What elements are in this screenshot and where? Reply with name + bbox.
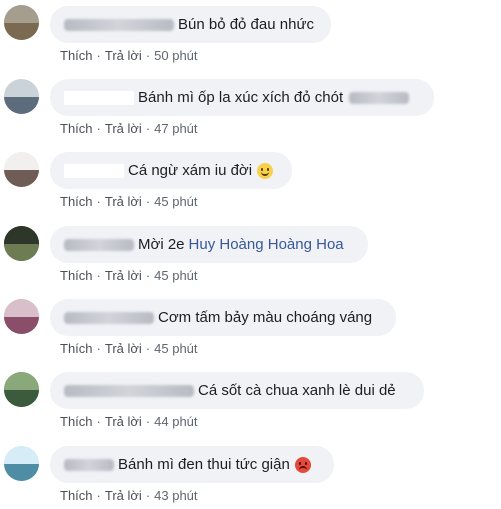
comment-text: Cá sốt cà chua xanh lè dui dẻ [198,382,396,399]
avatar[interactable] [4,5,39,40]
avatar[interactable] [4,446,39,481]
commenter-name[interactable] [64,238,134,251]
commenter-name[interactable] [64,384,194,397]
comment-bubble: Bún bỏ đỏ đau nhức [50,6,331,43]
reply-link[interactable]: Trả lời [105,488,142,503]
smiling-face-emoji-icon [257,162,274,179]
avatar[interactable] [4,226,39,261]
like-link[interactable]: Thích [60,268,93,283]
comment-actions: Thích · Trả lời · 44 phút [60,414,198,429]
avatar[interactable] [4,79,39,114]
reply-link[interactable]: Trả lời [105,268,142,283]
comment-bubble: Cá sốt cà chua xanh lè dui dẻ [50,372,424,409]
comment-bubble: Mời 2e Huy Hoàng Hoàng Hoa [50,226,368,263]
reply-link[interactable]: Trả lời [105,121,142,136]
commenter-name[interactable] [64,311,154,324]
comment-actions: Thích · Trả lời · 45 phút [60,341,198,356]
avatar[interactable] [4,372,39,407]
comment-timestamp[interactable]: 45 phút [154,268,197,283]
commenter-name[interactable] [64,90,134,105]
reply-link[interactable]: Trả lời [105,341,142,356]
comment-bubble: Bánh mì đen thui tức giận [50,446,334,483]
comment-timestamp[interactable]: 47 phút [154,121,197,136]
comment-actions: Thích · Trả lời · 45 phút [60,268,198,283]
commenter-name[interactable] [64,458,114,471]
comment-feed: Bún bỏ đỏ đau nhức Thích · Trả lời · 50 phút… [0,0,501,509]
comment-bubble: Cơm tấm bảy màu choáng váng [50,299,396,336]
comment-timestamp[interactable]: 45 phút [154,341,197,356]
avatar[interactable] [4,299,39,334]
comment-timestamp[interactable]: 43 phút [154,488,197,503]
comment-timestamp[interactable]: 44 phút [154,414,197,429]
tagged-name-blurred [349,91,410,104]
like-link[interactable]: Thích [60,194,93,209]
angry-face-emoji-icon [294,456,311,473]
like-link[interactable]: Thích [60,121,93,136]
comment-text: Bún bỏ đỏ đau nhức [178,16,314,33]
like-link[interactable]: Thích [60,414,93,429]
like-link[interactable]: Thích [60,48,93,63]
commenter-name[interactable] [64,18,174,31]
comment-text: Mời 2e [138,236,185,253]
comment-text: Bánh mì đen thui tức giận [118,456,290,473]
comment-bubble: Cá ngừ xám iu đời [50,152,292,189]
comment-actions: Thích · Trả lời · 50 phút [60,48,198,63]
comment-timestamp[interactable]: 45 phút [154,194,197,209]
comment-text: Bánh mì ốp la xúc xích đỏ chót [138,89,344,106]
avatar[interactable] [4,152,39,187]
comment-text: Cá ngừ xám iu đời [128,162,253,179]
commenter-name[interactable] [64,163,124,178]
comment-timestamp[interactable]: 50 phút [154,48,197,63]
comment-actions: Thích · Trả lời · 43 phút [60,488,198,503]
comment-actions: Thích · Trả lời · 47 phút [60,121,198,136]
comment-actions: Thích · Trả lời · 45 phút [60,194,198,209]
like-link[interactable]: Thích [60,488,93,503]
comment-text: Cơm tấm bảy màu choáng váng [158,309,373,326]
comment-bubble: Bánh mì ốp la xúc xích đỏ chót [50,79,434,116]
reply-link[interactable]: Trả lời [105,194,142,209]
like-link[interactable]: Thích [60,341,93,356]
tagged-user-link[interactable]: Huy Hoàng Hoàng Hoa [189,236,344,253]
reply-link[interactable]: Trả lời [105,48,142,63]
reply-link[interactable]: Trả lời [105,414,142,429]
